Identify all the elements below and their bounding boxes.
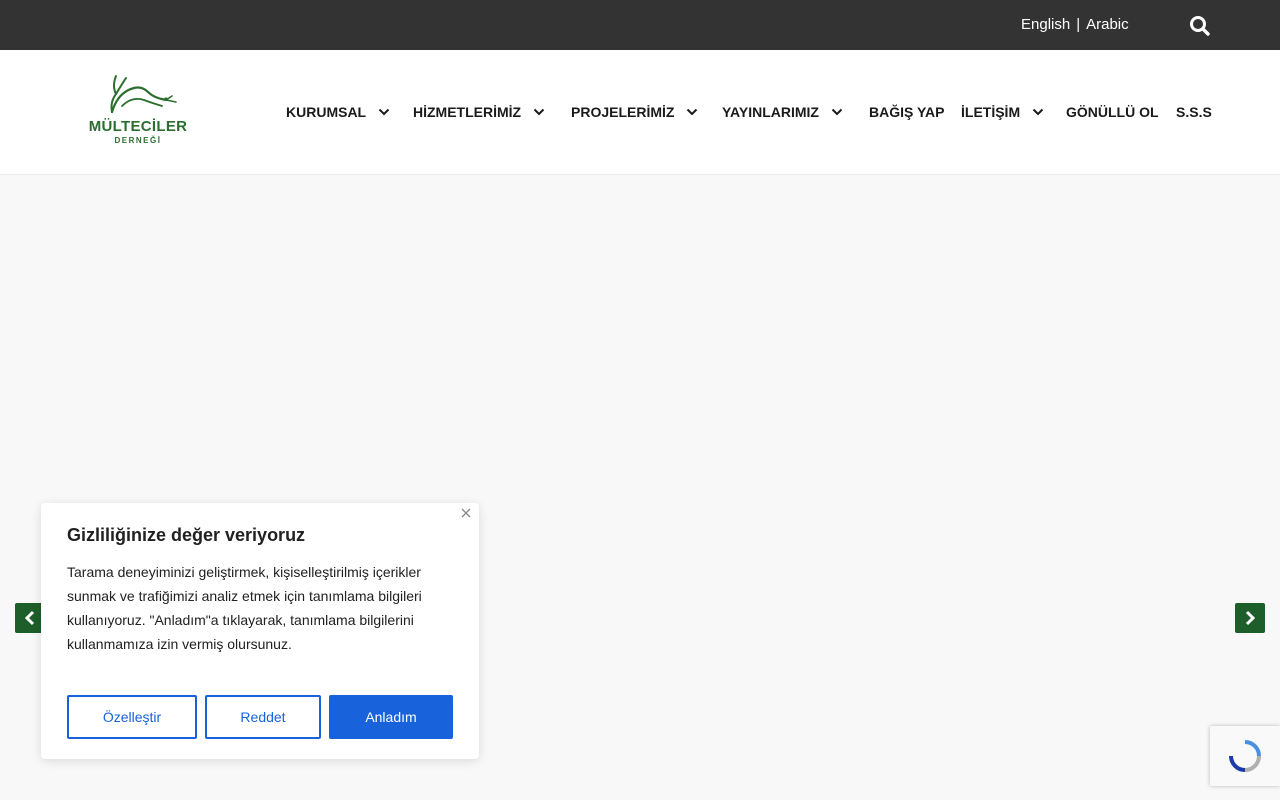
nav-item-kurumsal[interactable]: KURUMSAL bbox=[286, 104, 390, 120]
cookie-title: Gizliliğinize değer veriyoruz bbox=[67, 525, 306, 545]
nav-item-iletisim[interactable]: İLETİŞİM bbox=[961, 104, 1044, 120]
lang-arabic-link[interactable]: Arabic bbox=[1086, 16, 1129, 33]
lang-english-link[interactable]: English bbox=[1021, 16, 1070, 33]
chevron-down-icon bbox=[687, 108, 698, 116]
nav-item-sss[interactable]: S.S.S bbox=[1176, 104, 1212, 120]
recaptcha-icon bbox=[1229, 740, 1261, 772]
recaptcha-badge[interactable] bbox=[1210, 726, 1280, 786]
chevron-right-icon bbox=[1245, 610, 1256, 626]
chevron-down-icon bbox=[1032, 108, 1044, 116]
slider-next-button[interactable] bbox=[1235, 603, 1265, 633]
top-bar: English | Arabic bbox=[0, 0, 1280, 50]
customize-button[interactable]: Özelleştir bbox=[67, 695, 197, 739]
accept-button[interactable]: Anladım bbox=[329, 695, 453, 739]
nav-item-label: İLETİŞİM bbox=[961, 104, 1021, 120]
nav-item-yayinlarimiz[interactable]: YAYINLARIMIZ bbox=[722, 104, 843, 120]
lang-separator: | bbox=[1076, 16, 1081, 33]
search-icon[interactable] bbox=[1188, 14, 1212, 38]
nav-item-bagis-yap[interactable]: BAĞIŞ YAP bbox=[869, 104, 944, 120]
close-icon[interactable] bbox=[459, 506, 473, 520]
chevron-down-icon bbox=[533, 108, 545, 116]
cookie-description: Tarama deneyiminizi geliştirmek, kişisel… bbox=[67, 564, 422, 652]
nav-item-projelerimiz[interactable]: PROJELERİMİZ bbox=[571, 104, 698, 120]
nav-item-gonullu-ol[interactable]: GÖNÜLLÜ OL bbox=[1066, 104, 1159, 120]
nav-item-label: KURUMSAL bbox=[286, 104, 367, 120]
nav-item-label: S.S.S bbox=[1176, 104, 1212, 120]
cookie-consent-banner: Gizliliğinize değer veriyoruz Tarama den… bbox=[41, 503, 479, 759]
nav-item-hizmetlerimiz[interactable]: HİZMETLERİMİZ bbox=[413, 104, 545, 120]
language-switcher: English | Arabic bbox=[1021, 16, 1129, 33]
reject-button[interactable]: Reddet bbox=[205, 695, 321, 739]
chevron-down-icon bbox=[378, 108, 390, 116]
nav-item-label: GÖNÜLLÜ OL bbox=[1066, 104, 1159, 120]
nav-item-label: YAYINLARIMIZ bbox=[722, 104, 819, 120]
nav-item-label: HİZMETLERİMİZ bbox=[413, 104, 522, 120]
main-nav: KURUMSAL HİZMETLERİMİZ PROJELERİMİZ YAYI… bbox=[0, 50, 1280, 175]
chevron-down-icon bbox=[831, 108, 843, 116]
nav-item-label: BAĞIŞ YAP bbox=[869, 104, 945, 120]
nav-item-label: PROJELERİMİZ bbox=[571, 104, 675, 120]
chevron-left-icon bbox=[24, 610, 35, 626]
